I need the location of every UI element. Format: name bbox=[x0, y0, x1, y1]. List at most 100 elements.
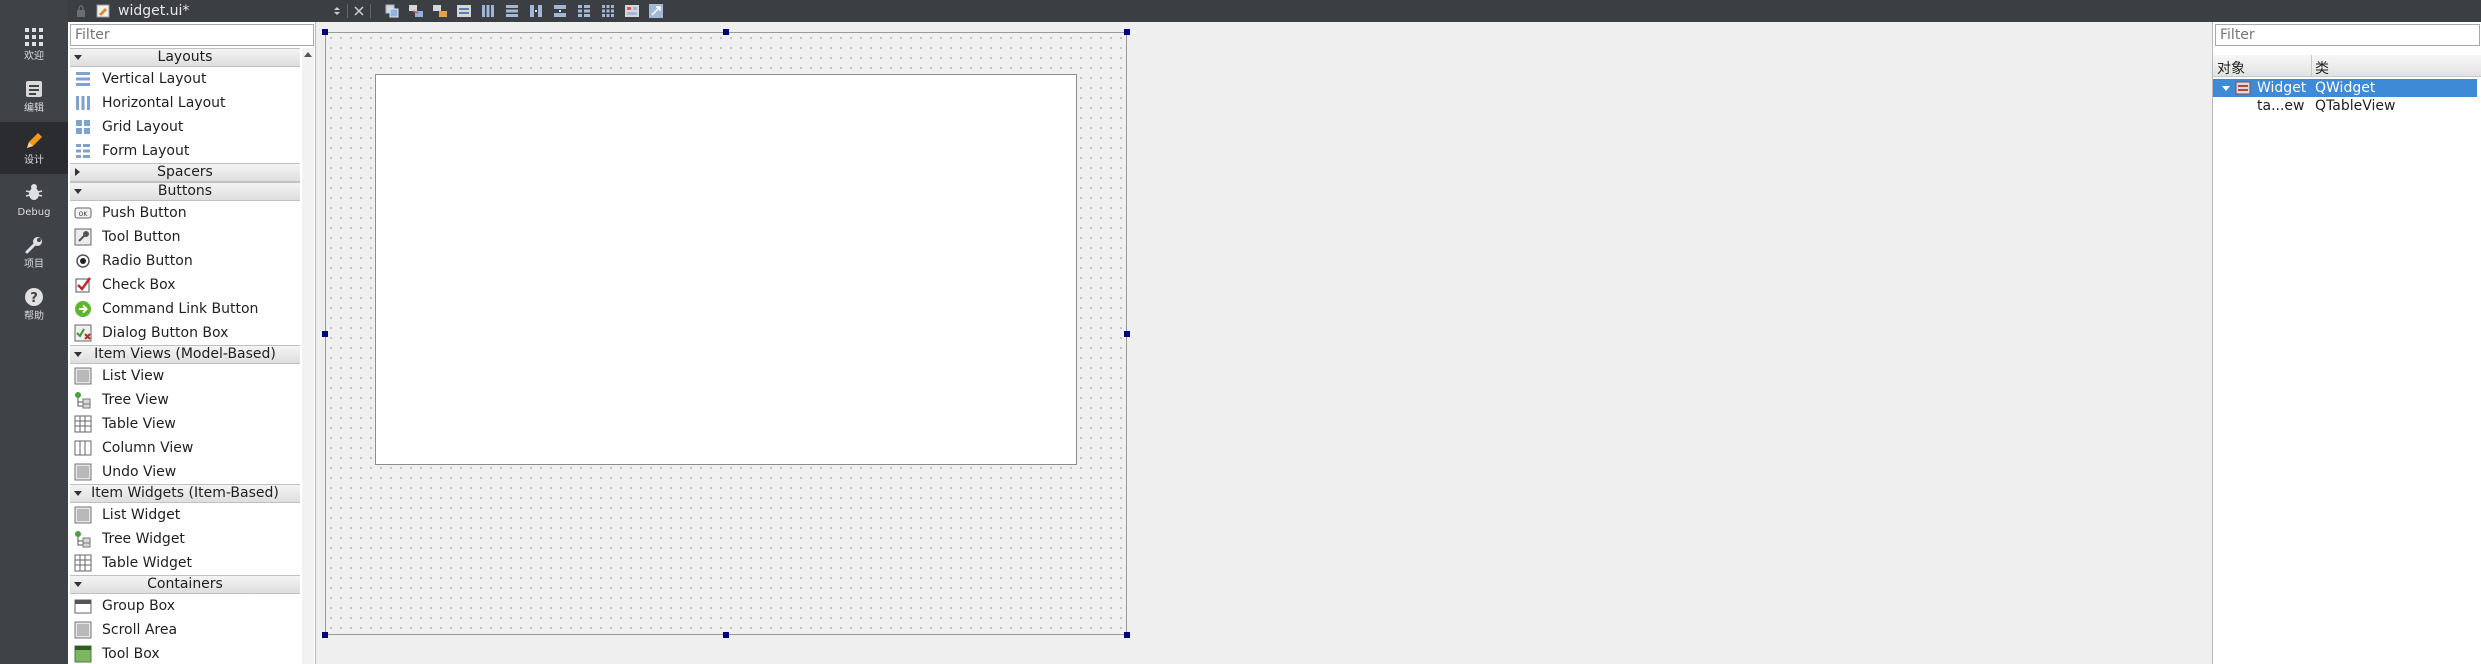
edit-widgets-icon[interactable] bbox=[384, 3, 400, 19]
layout-splitter-vertical-icon[interactable] bbox=[552, 3, 568, 19]
widget-dialog-button-box[interactable]: Dialog Button Box bbox=[70, 321, 300, 345]
widget-table-widget[interactable]: Table Widget bbox=[70, 551, 300, 575]
header-class[interactable]: 类 bbox=[2315, 58, 2329, 78]
chevron-down-icon[interactable] bbox=[2222, 86, 2230, 91]
close-icon[interactable] bbox=[353, 5, 365, 17]
category-layouts[interactable]: Layouts bbox=[70, 48, 300, 67]
header-object[interactable]: 对象 bbox=[2217, 58, 2245, 78]
layout-vertical-icon[interactable] bbox=[504, 3, 520, 19]
mode-edit[interactable]: 编辑 bbox=[0, 70, 68, 122]
chevron-down-icon bbox=[74, 582, 82, 587]
resize-handle[interactable] bbox=[723, 29, 729, 35]
tool-button-icon bbox=[74, 228, 92, 246]
widget-tool-box[interactable]: Tool Box bbox=[70, 642, 300, 664]
scroll-up-arrow-icon[interactable] bbox=[304, 52, 312, 57]
layout-horizontal-icon[interactable] bbox=[480, 3, 496, 19]
command-link-icon bbox=[75, 301, 91, 317]
category-spacers[interactable]: Spacers bbox=[70, 163, 300, 182]
category-containers[interactable]: Containers bbox=[70, 575, 300, 594]
category-item-views[interactable]: Item Views (Model-Based) bbox=[70, 345, 300, 364]
widget-form-layout[interactable]: Form Layout bbox=[70, 139, 300, 163]
chevron-down-icon bbox=[74, 189, 82, 194]
mode-help[interactable]: ? 帮助 bbox=[0, 278, 68, 330]
resize-handle[interactable] bbox=[322, 331, 328, 337]
widget-tree-widget[interactable]: Tree Widget bbox=[70, 527, 300, 551]
resize-handle[interactable] bbox=[1124, 331, 1130, 337]
widget-box-scrollbar[interactable] bbox=[302, 48, 314, 664]
tree-view-icon bbox=[75, 392, 91, 409]
table-view-icon bbox=[74, 415, 92, 433]
layout-form-icon[interactable] bbox=[576, 3, 592, 19]
widget-horizontal-layout[interactable]: Horizontal Layout bbox=[70, 91, 300, 115]
scroll-area-icon bbox=[74, 621, 92, 639]
lock-icon bbox=[77, 5, 85, 17]
adjust-size-icon[interactable] bbox=[648, 3, 664, 19]
mode-design[interactable]: 设计 bbox=[0, 122, 68, 174]
widget-table-view[interactable]: Table View bbox=[70, 412, 300, 436]
widget-vertical-layout[interactable]: Vertical Layout bbox=[70, 67, 300, 91]
resize-handle[interactable] bbox=[322, 632, 328, 638]
widget-check-box[interactable]: Check Box bbox=[70, 273, 300, 297]
widget-icon bbox=[2235, 81, 2251, 95]
widget-radio-button[interactable]: Radio Button bbox=[70, 249, 300, 273]
layout-splitter-horizontal-icon[interactable] bbox=[528, 3, 544, 19]
widget-undo-view[interactable]: Undo View bbox=[70, 460, 300, 484]
table-view-widget[interactable] bbox=[375, 74, 1077, 465]
object-inspector-panel: 对象 类 Widget QWidget ta...ew QTableView bbox=[2212, 22, 2481, 664]
chevron-updown-icon[interactable] bbox=[332, 4, 342, 18]
mode-bar: 欢迎 编辑 设计 Debug 项目 ? 帮助 bbox=[0, 0, 68, 664]
mode-label: 帮助 bbox=[24, 311, 44, 322]
tool-box-icon bbox=[74, 645, 92, 663]
group-box-icon bbox=[74, 599, 92, 614]
resize-handle[interactable] bbox=[723, 632, 729, 638]
object-row-tableview[interactable]: ta...ew QTableView bbox=[2213, 97, 2477, 115]
edit-buddies-icon[interactable] bbox=[432, 3, 448, 19]
widget-scroll-area[interactable]: Scroll Area bbox=[70, 618, 300, 642]
grid-icon bbox=[25, 28, 43, 46]
mode-label: 欢迎 bbox=[24, 51, 44, 62]
resize-handle[interactable] bbox=[1124, 632, 1130, 638]
column-view-icon bbox=[74, 440, 92, 456]
widget-tree-view[interactable]: Tree View bbox=[70, 388, 300, 412]
widget-list-view[interactable]: List View bbox=[70, 364, 300, 388]
widget-group-box[interactable]: Group Box bbox=[70, 594, 300, 618]
widget-column-view[interactable]: Column View bbox=[70, 436, 300, 460]
category-buttons[interactable]: Buttons bbox=[70, 182, 300, 201]
widget-grid-layout[interactable]: Grid Layout bbox=[70, 115, 300, 139]
mode-projects[interactable]: 项目 bbox=[0, 226, 68, 278]
mode-debug[interactable]: Debug bbox=[0, 174, 68, 226]
wrench-icon bbox=[25, 237, 42, 254]
edit-tab-order-icon[interactable] bbox=[456, 3, 472, 19]
object-filter-input[interactable] bbox=[2215, 24, 2480, 46]
category-item-widgets[interactable]: Item Widgets (Item-Based) bbox=[70, 484, 300, 503]
svg-text:OK: OK bbox=[79, 211, 89, 218]
document-selector[interactable]: widget.ui* bbox=[118, 3, 328, 19]
document-icon bbox=[26, 81, 42, 97]
widget-tool-button[interactable]: Tool Button bbox=[70, 225, 300, 249]
widget-command-link-button[interactable]: Command Link Button bbox=[70, 297, 300, 321]
horizontal-layout-icon bbox=[76, 96, 90, 110]
object-class: QTableView bbox=[2315, 98, 2396, 114]
qt-creator-window: 欢迎 编辑 设计 Debug 项目 ? 帮助 widget.ui* Filter… bbox=[0, 0, 2481, 664]
edit-signals-icon[interactable] bbox=[408, 3, 424, 19]
break-layout-icon[interactable] bbox=[624, 3, 640, 19]
mode-welcome[interactable]: 欢迎 bbox=[0, 18, 68, 70]
bug-icon bbox=[25, 184, 43, 200]
undo-view-icon bbox=[74, 463, 92, 481]
layout-grid-icon[interactable] bbox=[600, 3, 616, 19]
ui-file-icon bbox=[96, 4, 110, 18]
object-name: ta...ew bbox=[2257, 98, 2305, 114]
resize-handle[interactable] bbox=[322, 29, 328, 35]
widget-push-button[interactable]: OK Push Button bbox=[70, 201, 300, 225]
form-layout-icon bbox=[76, 144, 90, 158]
column-divider bbox=[2311, 55, 2312, 77]
resize-handle[interactable] bbox=[1124, 29, 1130, 35]
object-row-widget[interactable]: Widget QWidget bbox=[2213, 79, 2477, 97]
widget-filter-input[interactable] bbox=[70, 24, 314, 46]
grid-layout-icon bbox=[76, 120, 90, 134]
object-name: Widget bbox=[2257, 80, 2307, 96]
dialog-button-box-icon bbox=[74, 324, 92, 342]
push-button-icon: OK bbox=[74, 207, 92, 219]
mode-label: 编辑 bbox=[24, 103, 44, 114]
widget-list-widget[interactable]: List Widget bbox=[70, 503, 300, 527]
